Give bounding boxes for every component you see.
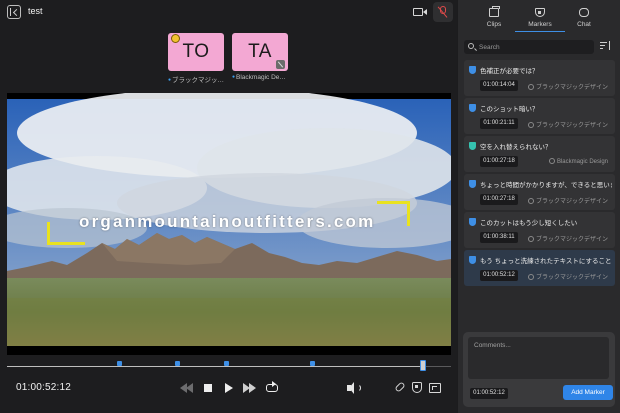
user-icon — [527, 84, 534, 90]
marker-author-name: ブラックマジックデザイン — [535, 85, 608, 91]
marker-icon — [469, 104, 476, 112]
mic-muted-icon — [276, 60, 285, 69]
viewer-pane: test TO ブラックマジックデザイン TA Blackmagic Desig… — [0, 0, 457, 413]
tab-label: Chat — [577, 21, 591, 28]
video-viewer[interactable]: organmountainoutfitters.com — [7, 93, 451, 355]
marker-search — [464, 40, 594, 54]
marker-icon — [469, 218, 476, 226]
host-crown-icon — [171, 34, 180, 43]
marker-timecode: 01:00:14:04 — [480, 80, 518, 91]
video-watermark-text: organmountainoutfitters.com — [79, 212, 376, 231]
sort-icon[interactable] — [600, 41, 612, 53]
viewer-toolbar: test — [0, 0, 457, 26]
marker-author: ブラックマジックデザイン — [527, 196, 608, 205]
current-timecode: 01:00:52:12 — [16, 382, 72, 393]
side-panel: Clips Markers Chat 色補正が必要では？ 01:00:14:04 ブ… — [458, 0, 620, 413]
tab-markers[interactable]: Markers — [515, 6, 565, 32]
marker-author: ブラックマジックデザイン — [527, 120, 608, 129]
marker-timecode: 01:00:21:11 — [480, 118, 518, 129]
chat-icon — [579, 4, 589, 17]
markers-icon — [535, 8, 545, 17]
timeline-marker[interactable] — [223, 361, 229, 366]
marker-title: もう ちょっと洗練されたテキストにすること — [480, 258, 612, 265]
comment-input[interactable] — [468, 337, 609, 379]
timeline-scrubber[interactable] — [7, 360, 451, 371]
marker-author-name: ブラックマジックデザイン — [535, 123, 608, 129]
marker-guide-top-right — [377, 201, 410, 226]
marker-author-name: ブラックマジックデザイン — [535, 237, 608, 243]
marker-timecode: 01:00:52:12 — [480, 270, 518, 281]
comment-composer: 01:00:52:12 Add Marker — [463, 332, 615, 407]
video-camera-button[interactable] — [409, 2, 431, 22]
participant-1[interactable]: TO ブラックマジックデザイン — [168, 33, 225, 84]
participant-initials: TO — [182, 41, 210, 62]
search-input[interactable] — [479, 40, 589, 54]
marker-card[interactable]: ちょっと時間がかかりますが、できると思いま… 01:00:27:18 ブラックマジッ… — [464, 174, 615, 210]
loop-icon[interactable] — [264, 380, 280, 396]
link-icon[interactable] — [392, 380, 408, 396]
fullscreen-icon[interactable] — [427, 380, 443, 396]
timeline-marker[interactable] — [116, 361, 122, 366]
participant-avatar: TO — [168, 33, 224, 71]
stop-icon[interactable] — [200, 380, 216, 396]
sidebar-collapse-icon[interactable] — [7, 5, 21, 19]
marker-author: Blackmagic Design — [548, 158, 608, 165]
marker-author: ブラックマジックデザイン — [527, 234, 608, 243]
panel-tabs: Clips Markers Chat — [458, 0, 620, 33]
video-camera-icon — [413, 8, 423, 16]
marker-card[interactable]: このショット暗い？ 01:00:21:11 ブラックマジックデザイン — [464, 98, 615, 134]
marker-timecode: 01:00:27:18 — [480, 194, 518, 205]
skip-back-icon[interactable] — [180, 383, 194, 393]
marker-icon — [469, 142, 476, 150]
timeline-marker[interactable] — [310, 361, 316, 366]
marker-icon — [469, 66, 476, 74]
participant-name: ブラックマジックデザイン — [168, 74, 225, 84]
timeline-progress — [7, 366, 424, 367]
marker-title: 空を入れ替えられない？ — [480, 144, 552, 151]
marker-icon — [469, 180, 476, 188]
marker-card[interactable]: 空を入れ替えられない？ 01:00:27:18 Blackmagic Design — [464, 136, 615, 172]
marker-author: ブラックマジックデザイン — [527, 82, 608, 91]
participant-avatar: TA — [232, 33, 288, 71]
volume-icon[interactable] — [346, 380, 362, 396]
skip-forward-icon[interactable] — [243, 383, 257, 393]
marker-timecode: 01:00:27:18 — [480, 156, 518, 167]
marker-title: このショット暗い？ — [480, 106, 539, 113]
marker-title: ちょっと時間がかかりますが、できると思いま… — [480, 182, 612, 189]
project-title: test — [28, 6, 43, 16]
user-icon — [527, 198, 534, 204]
user-icon — [527, 122, 534, 128]
marker-card[interactable]: このカットはもう少し短くしたい 01:00:38:11 ブラックマジックデザイン — [464, 212, 615, 248]
search-icon — [468, 43, 474, 49]
play-icon[interactable] — [220, 380, 236, 396]
marker-timecode: 01:00:38:11 — [480, 232, 518, 243]
marker-title: このカットはもう少し短くしたい — [480, 220, 578, 227]
marker-author-name: ブラックマジックデザイン — [535, 275, 608, 281]
clips-icon — [489, 6, 500, 17]
user-icon — [527, 274, 534, 280]
mic-mute-button[interactable] — [433, 2, 453, 22]
user-icon — [548, 158, 555, 164]
marker-icon[interactable] — [409, 380, 425, 396]
timeline-marker[interactable] — [174, 361, 180, 366]
tab-label: Clips — [486, 21, 502, 28]
comment-timecode: 01:00:52:12 — [470, 388, 508, 399]
marker-author: ブラックマジックデザイン — [527, 272, 608, 281]
add-marker-button[interactable]: Add Marker — [563, 385, 613, 400]
participant-2[interactable]: TA Blackmagic Design — [232, 33, 289, 81]
marker-title: 色補正が必要では？ — [480, 68, 539, 75]
tab-label: Markers — [528, 21, 552, 28]
marker-card[interactable]: もう ちょっと洗練されたテキストにすること 01:00:52:12 ブラックマジック… — [464, 250, 615, 286]
participant-initials: TA — [248, 41, 272, 62]
marker-author-name: Blackmagic Design — [556, 159, 608, 165]
marker-card[interactable]: 色補正が必要では？ 01:00:14:04 ブラックマジックデザイン — [464, 60, 615, 96]
user-icon — [527, 236, 534, 242]
marker-icon — [469, 256, 476, 264]
tab-clips[interactable]: Clips — [469, 6, 519, 32]
tab-chat[interactable]: Chat — [559, 4, 609, 32]
marker-author-name: ブラックマジックデザイン — [535, 199, 608, 205]
timeline-playhead[interactable] — [420, 360, 427, 371]
participant-name: Blackmagic Design — [232, 74, 289, 81]
